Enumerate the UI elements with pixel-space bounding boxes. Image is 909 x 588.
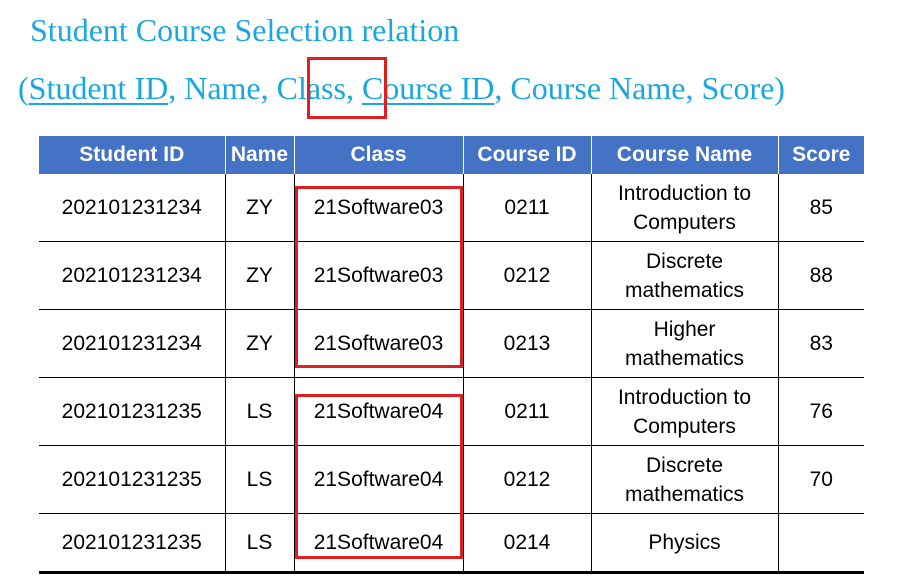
cell-course-id: 0211	[462, 377, 591, 446]
schema-attr-score: Score	[701, 70, 775, 106]
cell-course-id: 0212	[462, 445, 591, 514]
schema-attr-name: Name	[184, 70, 261, 106]
cell-course-name: Introduction to Computers	[590, 377, 778, 446]
cell-name: LS	[224, 513, 294, 574]
schema-separator: ,	[494, 70, 511, 106]
cell-student-id: 202101231234	[39, 174, 225, 242]
cell-course-name: Higher mathematics	[590, 309, 778, 378]
header-student-id: Student ID	[39, 136, 225, 174]
cell-score: 85	[777, 174, 864, 242]
cell-name: LS	[224, 445, 294, 514]
cell-course-name: Physics	[590, 513, 778, 574]
cell-name: ZY	[224, 241, 294, 310]
cell-name: ZY	[224, 174, 294, 242]
cell-course-name: Introduction to Computers	[590, 174, 778, 242]
class-attribute-highlight-box	[307, 57, 387, 119]
cell-course-id: 0211	[462, 174, 591, 242]
header-course-id: Course ID	[462, 136, 591, 174]
cell-course-id: 0213	[462, 309, 591, 378]
cell-student-id: 202101231235	[39, 445, 225, 514]
table-header-row: Student ID Name Class Course ID Course N…	[39, 136, 864, 174]
cell-score: 88	[777, 241, 864, 310]
schema-attr-course-name: Course Name	[510, 70, 686, 106]
cell-course-name: Discrete mathematics	[590, 445, 778, 514]
schema-separator: ,	[168, 70, 185, 106]
cell-name: ZY	[224, 309, 294, 378]
cell-student-id: 202101231235	[39, 513, 225, 574]
cell-course-id: 0214	[462, 513, 591, 574]
header-course-name: Course Name	[590, 136, 778, 174]
header-class: Class	[293, 136, 463, 174]
cell-score: 76	[777, 377, 864, 446]
cell-score: 83	[777, 309, 864, 378]
schema-open-paren: (	[18, 70, 29, 106]
cell-name: LS	[224, 377, 294, 446]
cell-course-name: Discrete mathematics	[590, 241, 778, 310]
cell-score	[777, 513, 864, 574]
slide-title: Student Course Selection relation	[30, 12, 460, 48]
header-score: Score	[777, 136, 864, 174]
header-name: Name	[224, 136, 294, 174]
cell-student-id: 202101231234	[39, 309, 225, 378]
schema-attr-student-id: Student ID	[28, 70, 169, 106]
relation-schema: (Student ID, Name, Class, Course ID, Cou…	[18, 70, 785, 107]
schema-separator: ,	[685, 70, 702, 106]
cell-student-id: 202101231234	[39, 241, 225, 310]
schema-close-paren: )	[774, 70, 785, 106]
schema-separator: ,	[260, 70, 277, 106]
cell-score: 70	[777, 445, 864, 514]
class-group-highlight-box	[295, 394, 463, 559]
cell-course-id: 0212	[462, 241, 591, 310]
cell-student-id: 202101231235	[39, 377, 225, 446]
class-group-highlight-box	[295, 186, 463, 368]
